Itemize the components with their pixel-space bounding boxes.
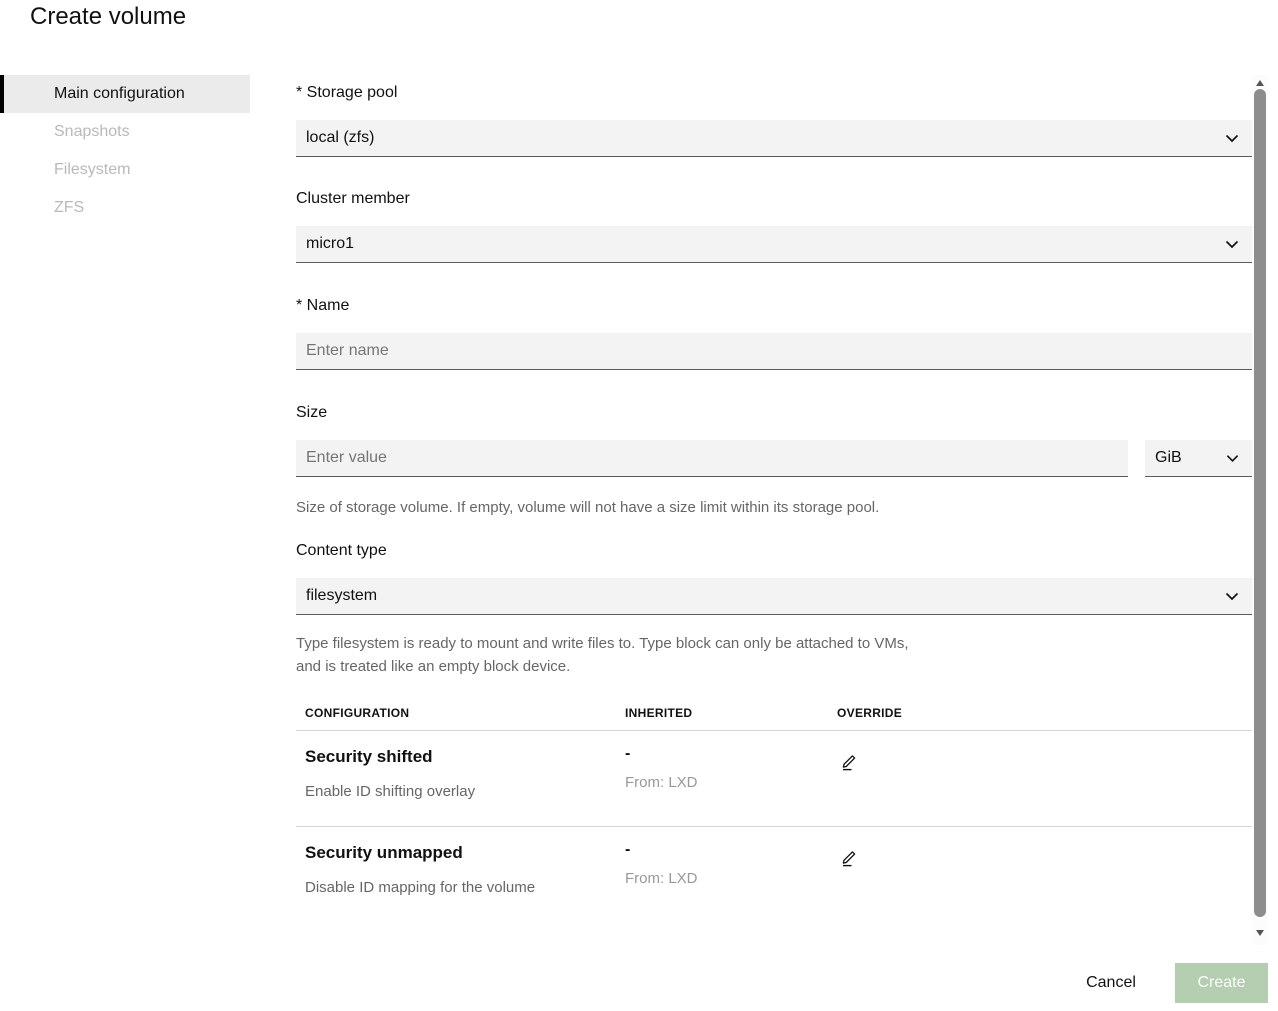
vertical-scrollbar[interactable]: [1252, 75, 1268, 945]
size-help-text: Size of storage volume. If empty, volume…: [296, 496, 1236, 519]
size-unit-select[interactable]: GiB: [1145, 440, 1253, 477]
override-edit-button[interactable]: [837, 845, 861, 869]
cluster-member-value: micro1: [306, 235, 354, 253]
content-type-label: Content type: [296, 542, 387, 560]
override-edit-button[interactable]: [837, 749, 861, 773]
configuration-table: CONFIGURATION INHERITED OVERRIDE Securit…: [296, 700, 1253, 921]
scroll-up-icon[interactable]: [1256, 80, 1264, 86]
config-name: Security shifted: [305, 747, 433, 767]
create-volume-dialog: Create volume Main configuration Snapsho…: [0, 0, 1278, 1011]
storage-pool-select[interactable]: local (zfs): [296, 120, 1253, 157]
column-header-override: OVERRIDE: [837, 706, 902, 720]
inherited-source: From: LXD: [625, 870, 698, 887]
column-header-inherited: INHERITED: [625, 706, 692, 720]
content-type-select[interactable]: filesystem: [296, 578, 1253, 615]
cluster-member-label: Cluster member: [296, 190, 410, 208]
inherited-source: From: LXD: [625, 774, 698, 791]
inherited-value: -: [625, 745, 630, 763]
cancel-button[interactable]: Cancel: [1066, 964, 1156, 1002]
storage-pool-label: * Storage pool: [296, 84, 397, 102]
storage-pool-value: local (zfs): [306, 129, 374, 147]
config-description: Enable ID shifting overlay: [305, 783, 475, 800]
configuration-table-header: CONFIGURATION INHERITED OVERRIDE: [296, 700, 1253, 731]
create-button[interactable]: Create: [1175, 963, 1268, 1003]
sidebar-item-label: Snapshots: [54, 123, 130, 140]
size-input[interactable]: [296, 440, 1128, 477]
scrollbar-thumb[interactable]: [1254, 89, 1266, 917]
name-label: * Name: [296, 297, 349, 315]
size-label: Size: [296, 404, 327, 422]
sidebar-item-label: ZFS: [54, 199, 84, 216]
sidebar-item-filesystem[interactable]: Filesystem: [0, 151, 250, 189]
sidebar-item-snapshots[interactable]: Snapshots: [0, 113, 250, 151]
table-row-security-unmapped: Security unmapped Disable ID mapping for…: [296, 826, 1253, 921]
content-type-help-text: Type filesystem is ready to mount and wr…: [296, 632, 921, 678]
name-input[interactable]: [296, 333, 1253, 370]
page-title: Create volume: [30, 3, 186, 31]
table-row-security-shifted: Security shifted Enable ID shifting over…: [296, 731, 1253, 826]
chevron-down-icon: [1226, 454, 1239, 463]
sidebar-item-label: Filesystem: [54, 161, 130, 178]
config-name: Security unmapped: [305, 843, 463, 863]
content-type-value: filesystem: [306, 587, 377, 605]
cluster-member-select[interactable]: micro1: [296, 226, 1253, 263]
chevron-down-icon: [1225, 240, 1239, 249]
edit-icon: [840, 848, 859, 867]
size-unit-value: GiB: [1155, 449, 1182, 467]
sidebar-item-zfs[interactable]: ZFS: [0, 189, 250, 227]
chevron-down-icon: [1225, 592, 1239, 601]
config-description: Disable ID mapping for the volume: [305, 879, 535, 896]
scroll-down-icon[interactable]: [1256, 930, 1264, 936]
form-section-nav: Main configuration Snapshots Filesystem …: [0, 75, 250, 227]
edit-icon: [840, 752, 859, 771]
chevron-down-icon: [1225, 134, 1239, 143]
inherited-value: -: [625, 841, 630, 859]
sidebar-item-label: Main configuration: [54, 85, 185, 102]
sidebar-item-main-configuration[interactable]: Main configuration: [0, 75, 250, 113]
column-header-configuration: CONFIGURATION: [305, 706, 409, 720]
